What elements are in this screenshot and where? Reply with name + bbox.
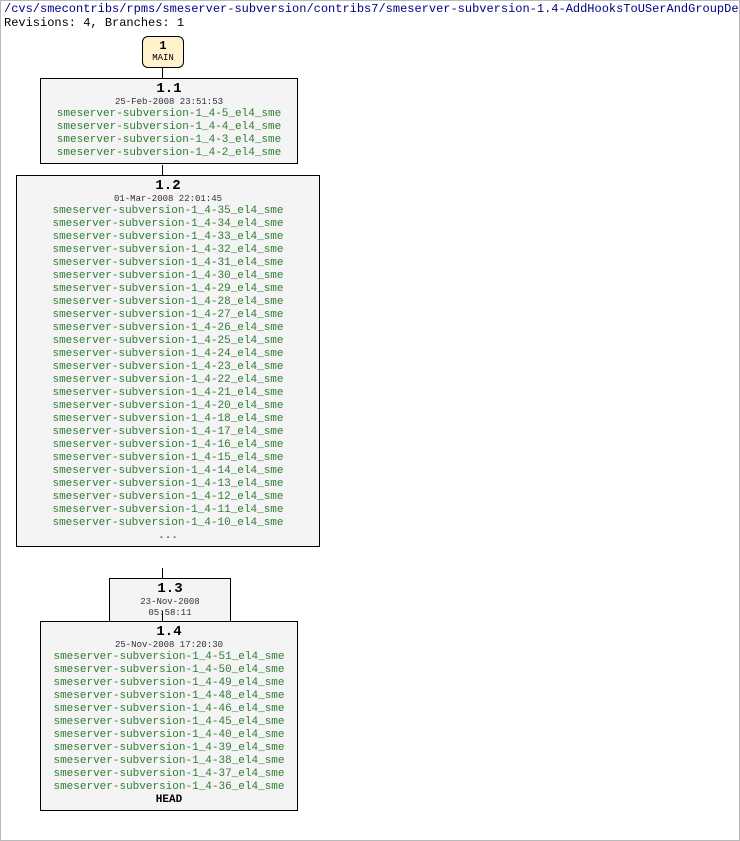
tag-label[interactable]: smeserver-subversion-1_4-15_el4_sme xyxy=(23,452,313,465)
revision-date: 25-Feb-2008 23:51:53 xyxy=(47,97,291,108)
head-label: HEAD xyxy=(47,794,291,807)
tag-label[interactable]: smeserver-subversion-1_4-49_el4_sme xyxy=(47,677,291,690)
tag-label[interactable]: smeserver-subversion-1_4-27_el4_sme xyxy=(23,309,313,322)
cvs-graph-page: /cvs/smecontribs/rpms/smeserver-subversi… xyxy=(0,0,740,841)
tag-label[interactable]: smeserver-subversion-1_4-23_el4_sme xyxy=(23,361,313,374)
tag-label[interactable]: smeserver-subversion-1_4-16_el4_sme xyxy=(23,439,313,452)
tag-label[interactable]: smeserver-subversion-1_4-34_el4_sme xyxy=(23,218,313,231)
tag-label[interactable]: smeserver-subversion-1_4-17_el4_sme xyxy=(23,426,313,439)
tag-label[interactable]: smeserver-subversion-1_4-38_el4_sme xyxy=(47,755,291,768)
tag-label[interactable]: smeserver-subversion-1_4-37_el4_sme xyxy=(47,768,291,781)
revision-version: 1.4 xyxy=(47,624,291,640)
revision-version: 1.1 xyxy=(47,81,291,97)
tag-label[interactable]: smeserver-subversion-1_4-5_el4_sme xyxy=(47,108,291,121)
revision-node-1-3[interactable]: 1.3 23-Nov-2008 05:58:11 xyxy=(109,578,231,623)
tag-label[interactable]: smeserver-subversion-1_4-28_el4_sme xyxy=(23,296,313,309)
connector xyxy=(162,568,163,578)
tag-label[interactable]: smeserver-subversion-1_4-11_el4_sme xyxy=(23,504,313,517)
revision-node-1-4[interactable]: 1.4 25-Nov-2008 17:20:30 smeserver-subve… xyxy=(40,621,298,811)
tag-label[interactable]: smeserver-subversion-1_4-32_el4_sme xyxy=(23,244,313,257)
tag-label[interactable]: smeserver-subversion-1_4-45_el4_sme xyxy=(47,716,291,729)
tag-label[interactable]: smeserver-subversion-1_4-12_el4_sme xyxy=(23,491,313,504)
branch-main-node[interactable]: 1 MAIN xyxy=(142,36,184,68)
tag-label[interactable]: smeserver-subversion-1_4-29_el4_sme xyxy=(23,283,313,296)
tag-label[interactable]: smeserver-subversion-1_4-40_el4_sme xyxy=(47,729,291,742)
tags-truncated-ellipsis[interactable]: ... xyxy=(23,530,313,543)
revision-version: 1.3 xyxy=(116,581,224,597)
branch-label: MAIN xyxy=(143,53,183,63)
tag-label[interactable]: smeserver-subversion-1_4-36_el4_sme xyxy=(47,781,291,794)
revision-date: 01-Mar-2008 22:01:45 xyxy=(23,194,313,205)
file-path[interactable]: /cvs/smecontribs/rpms/smeserver-subversi… xyxy=(4,2,740,16)
tag-label[interactable]: smeserver-subversion-1_4-24_el4_sme xyxy=(23,348,313,361)
revision-node-1-2[interactable]: 1.2 01-Mar-2008 22:01:45 smeserver-subve… xyxy=(16,175,320,547)
tag-label[interactable]: smeserver-subversion-1_4-35_el4_sme xyxy=(23,205,313,218)
tag-label[interactable]: smeserver-subversion-1_4-13_el4_sme xyxy=(23,478,313,491)
tag-label[interactable]: smeserver-subversion-1_4-26_el4_sme xyxy=(23,322,313,335)
revision-node-1-1[interactable]: 1.1 25-Feb-2008 23:51:53 smeserver-subve… xyxy=(40,78,298,164)
tag-label[interactable]: smeserver-subversion-1_4-22_el4_sme xyxy=(23,374,313,387)
revision-date: 23-Nov-2008 05:58:11 xyxy=(116,597,224,619)
tag-label[interactable]: smeserver-subversion-1_4-2_el4_sme xyxy=(47,147,291,160)
tag-label[interactable]: smeserver-subversion-1_4-48_el4_sme xyxy=(47,690,291,703)
tag-label[interactable]: smeserver-subversion-1_4-30_el4_sme xyxy=(23,270,313,283)
revision-date: 25-Nov-2008 17:20:30 xyxy=(47,640,291,651)
connector xyxy=(162,68,163,78)
tag-label[interactable]: smeserver-subversion-1_4-50_el4_sme xyxy=(47,664,291,677)
revisions-summary: Revisions: 4, Branches: 1 xyxy=(4,16,184,30)
tag-label[interactable]: smeserver-subversion-1_4-4_el4_sme xyxy=(47,121,291,134)
tag-label[interactable]: smeserver-subversion-1_4-31_el4_sme xyxy=(23,257,313,270)
branch-number: 1 xyxy=(143,39,183,53)
tag-label[interactable]: smeserver-subversion-1_4-39_el4_sme xyxy=(47,742,291,755)
tag-label[interactable]: smeserver-subversion-1_4-3_el4_sme xyxy=(47,134,291,147)
tag-label[interactable]: smeserver-subversion-1_4-33_el4_sme xyxy=(23,231,313,244)
tag-label[interactable]: smeserver-subversion-1_4-14_el4_sme xyxy=(23,465,313,478)
connector xyxy=(162,611,163,621)
tag-label[interactable]: smeserver-subversion-1_4-10_el4_sme xyxy=(23,517,313,530)
tag-label[interactable]: smeserver-subversion-1_4-18_el4_sme xyxy=(23,413,313,426)
connector xyxy=(162,165,163,175)
tag-label[interactable]: smeserver-subversion-1_4-21_el4_sme xyxy=(23,387,313,400)
tag-label[interactable]: smeserver-subversion-1_4-20_el4_sme xyxy=(23,400,313,413)
tag-label[interactable]: smeserver-subversion-1_4-51_el4_sme xyxy=(47,651,291,664)
revision-version: 1.2 xyxy=(23,178,313,194)
tag-label[interactable]: smeserver-subversion-1_4-25_el4_sme xyxy=(23,335,313,348)
tag-label[interactable]: smeserver-subversion-1_4-46_el4_sme xyxy=(47,703,291,716)
